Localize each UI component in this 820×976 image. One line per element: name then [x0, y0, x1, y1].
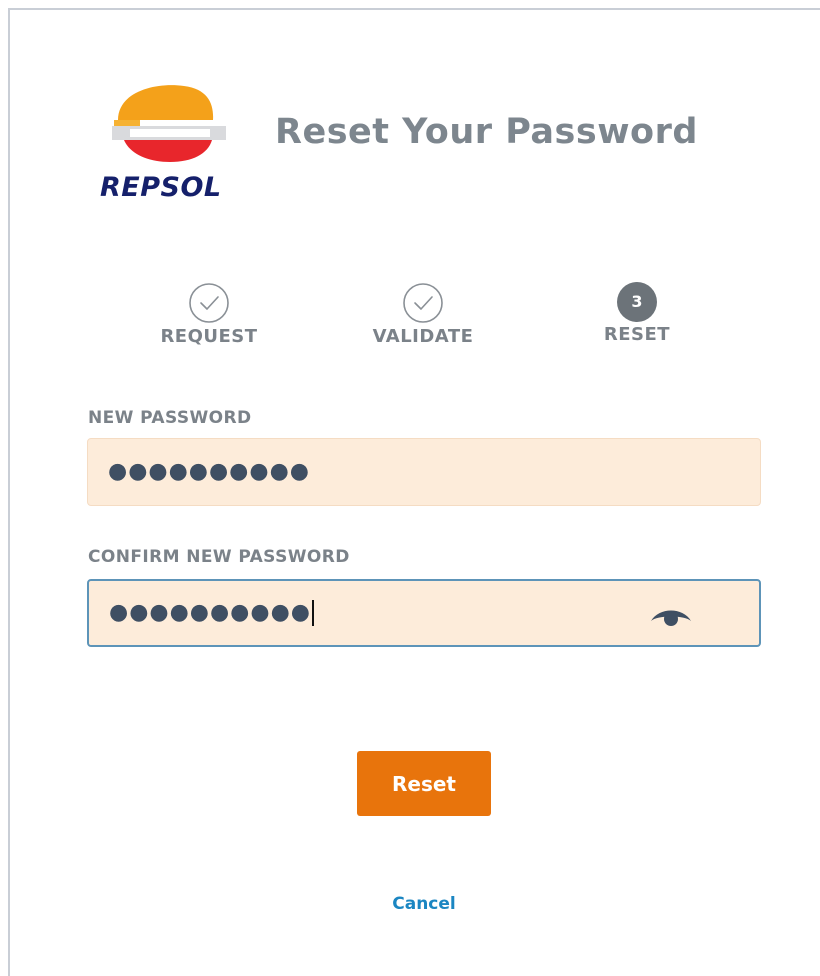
confirm-password-value-wrap: ●●●●●●●●●●	[109, 600, 314, 626]
logo-wordmark: REPSOL	[100, 172, 222, 203]
page-title: Reset Your Password	[275, 112, 698, 152]
step-number-badge: 3	[617, 282, 657, 322]
repsol-emblem-icon	[112, 85, 226, 162]
text-caret	[311, 600, 314, 626]
new-password-value: ●●●●●●●●●●	[108, 459, 310, 484]
eye-icon[interactable]	[649, 603, 693, 627]
step-validate: VALIDATE	[353, 282, 493, 347]
check-circle-icon	[403, 283, 443, 323]
cancel-link[interactable]: Cancel	[350, 894, 498, 914]
confirm-password-label: CONFIRM NEW PASSWORD	[88, 547, 350, 567]
step-request-label: REQUEST	[160, 326, 258, 347]
reset-button[interactable]: Reset	[357, 751, 491, 816]
step-reset: 3 RESET	[567, 282, 707, 345]
new-password-label: NEW PASSWORD	[88, 408, 252, 428]
confirm-password-value: ●●●●●●●●●●	[109, 600, 311, 625]
step-validate-label: VALIDATE	[372, 326, 474, 347]
repsol-logo: REPSOL	[100, 82, 245, 204]
step-request: REQUEST	[139, 282, 279, 347]
step-reset-label: RESET	[603, 324, 671, 345]
confirm-password-input[interactable]: ●●●●●●●●●●	[87, 579, 761, 647]
new-password-input[interactable]: ●●●●●●●●●●	[87, 438, 761, 506]
check-circle-icon	[189, 283, 229, 323]
